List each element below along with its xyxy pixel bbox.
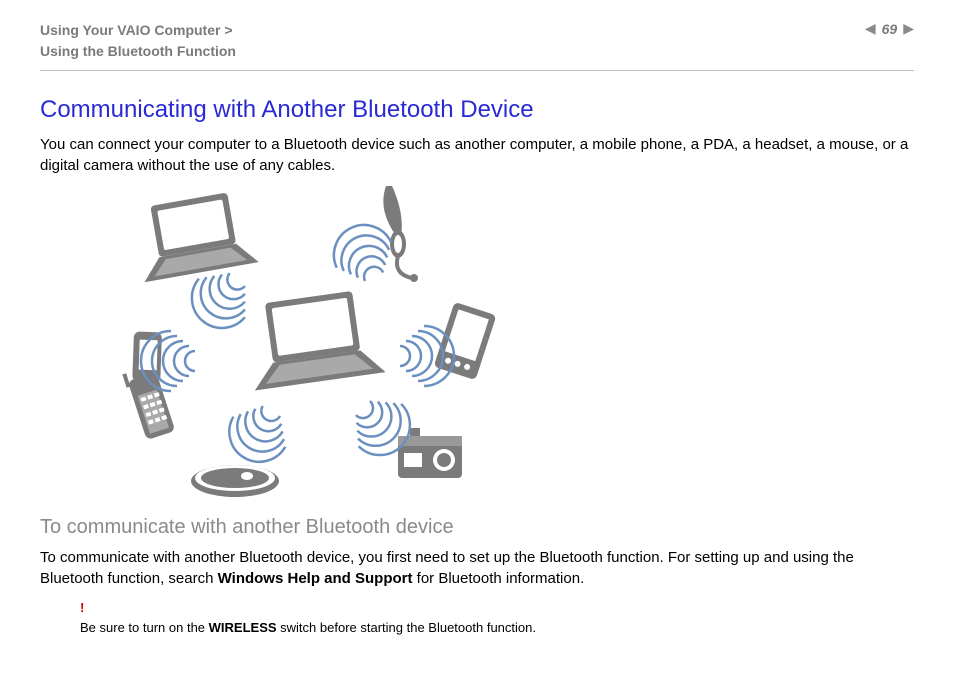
pda-icon bbox=[434, 302, 497, 380]
prev-page-arrow-icon[interactable]: ◀ bbox=[865, 20, 876, 37]
note-bold: WIRELESS bbox=[209, 620, 277, 635]
warning-icon: ! bbox=[80, 599, 914, 617]
note-post: switch before starting the Bluetooth fun… bbox=[277, 620, 536, 635]
breadcrumb: Using Your VAIO Computer > Using the Blu… bbox=[40, 20, 236, 62]
mouse-icon bbox=[191, 465, 279, 497]
page-title: Communicating with Another Bluetooth Dev… bbox=[40, 96, 914, 124]
para2-c: for Bluetooth information. bbox=[412, 570, 584, 587]
breadcrumb-line1: Using Your VAIO Computer > bbox=[40, 22, 233, 38]
signal-waves-icon bbox=[218, 396, 297, 473]
next-page-arrow-icon[interactable]: ▶ bbox=[903, 20, 914, 37]
header-divider bbox=[40, 70, 914, 71]
subheading: To communicate with another Bluetooth de… bbox=[40, 516, 914, 539]
signal-waves-icon bbox=[324, 215, 401, 289]
headset-icon bbox=[383, 186, 418, 282]
bluetooth-diagram bbox=[90, 186, 550, 506]
breadcrumb-line2: Using the Bluetooth Function bbox=[40, 41, 236, 62]
page-header: Using Your VAIO Computer > Using the Blu… bbox=[40, 20, 914, 62]
warning-note: ! Be sure to turn on the WIRELESS switch… bbox=[80, 599, 914, 637]
para2-bold: Windows Help and Support bbox=[218, 570, 413, 587]
note-pre: Be sure to turn on the bbox=[80, 620, 209, 635]
page-number: 69 bbox=[882, 21, 898, 37]
intro-paragraph: You can connect your computer to a Bluet… bbox=[40, 134, 914, 176]
laptop-icon bbox=[132, 189, 259, 282]
page-nav: ◀ 69 ▶ bbox=[865, 20, 914, 37]
laptop-center-icon bbox=[243, 288, 386, 391]
instruction-paragraph: To communicate with another Bluetooth de… bbox=[40, 547, 914, 589]
